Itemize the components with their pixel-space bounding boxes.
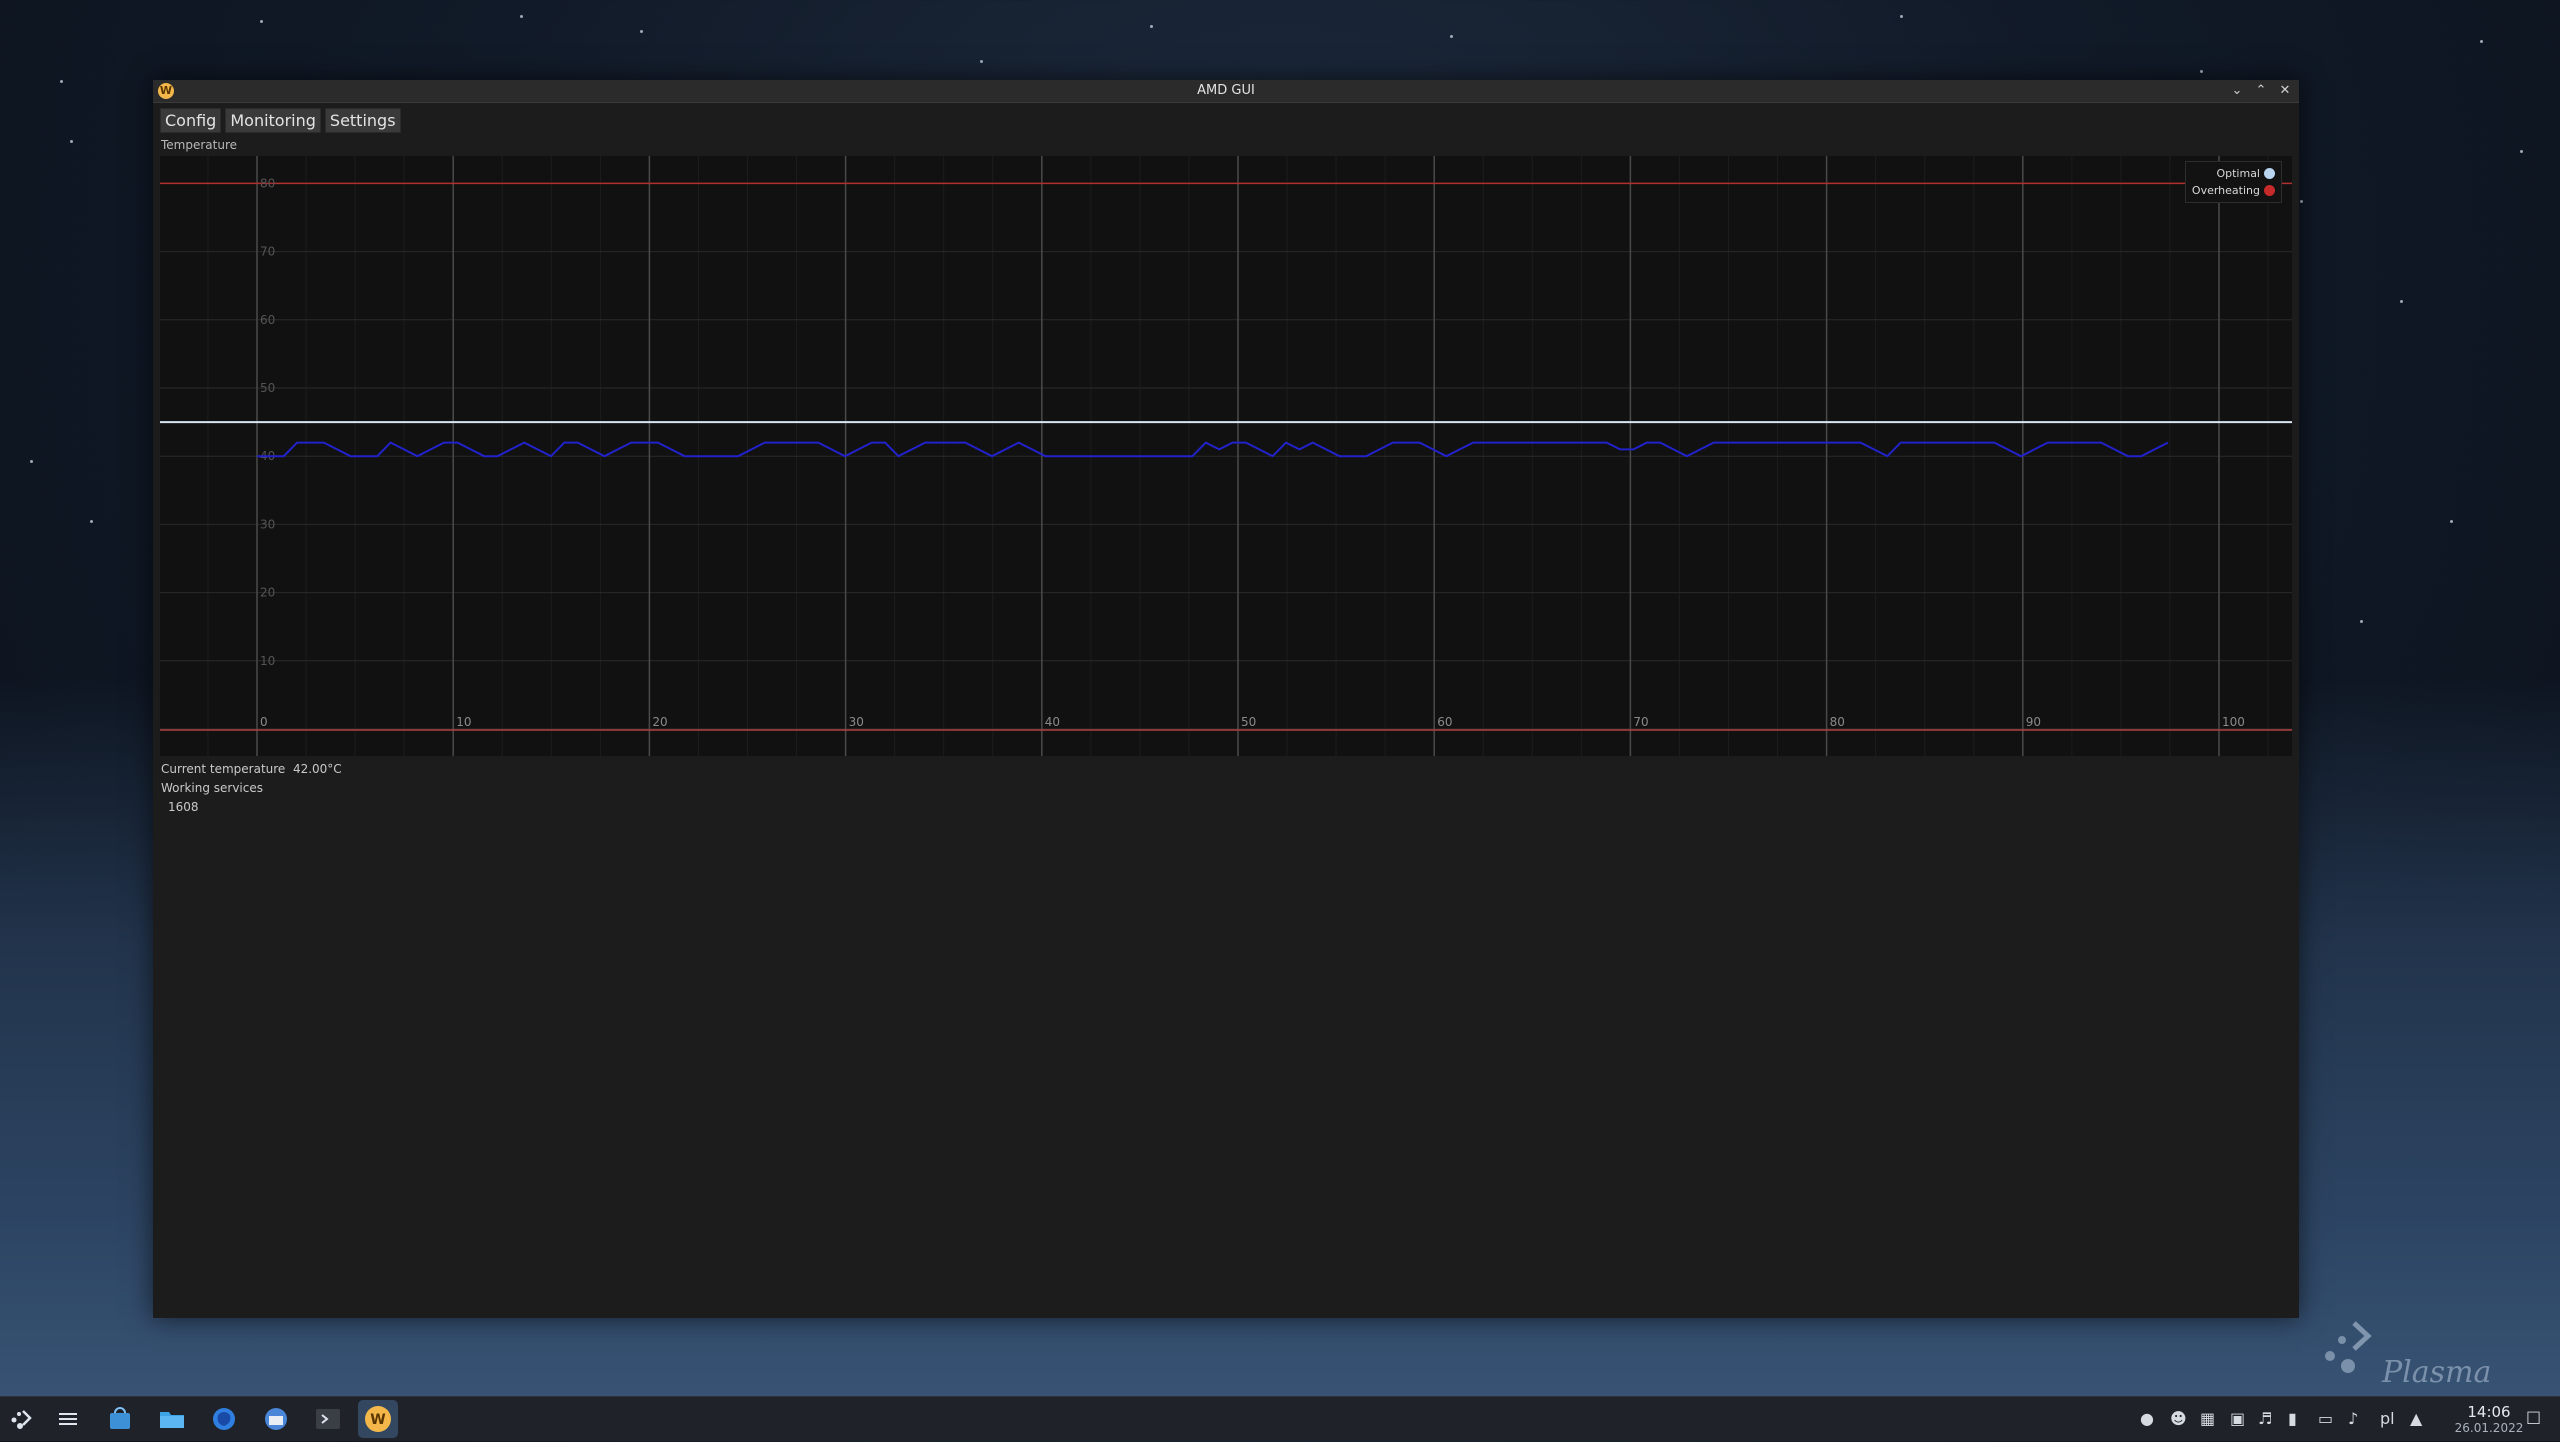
window-title: AMD GUI [1197,83,1255,98]
show-desktop-icon[interactable]: □ [2526,1407,2541,1426]
legend-optimal-swatch [2264,168,2275,179]
terminal-icon[interactable] [312,1403,344,1435]
x-tick-label: 80 [1830,715,1845,729]
star [260,20,263,23]
y-tick-label: 60 [260,313,275,327]
x-tick-label: 0 [260,715,268,729]
audio-icon[interactable]: ♪ [2348,1409,2358,1428]
star [520,15,523,18]
star [2300,200,2303,203]
star [2520,150,2523,153]
star [640,30,643,33]
current-temperature-value: 42.00°C [292,762,342,776]
x-tick-label: 90 [2026,715,2041,729]
clipboard-icon[interactable]: ▦ [2200,1409,2215,1428]
keyboard-layout[interactable]: pl [2380,1409,2395,1428]
star [60,80,63,83]
y-tick-label: 80 [260,176,275,190]
star [980,60,983,63]
chart-label: Temperature [161,138,238,152]
close-icon[interactable]: ✕ [2277,82,2293,100]
x-tick-label: 30 [849,715,864,729]
y-tick-label: 30 [260,517,275,531]
chart-legend: Optimal Overheating [2184,161,2282,203]
x-tick-label: 100 [2222,715,2245,729]
tab-settings[interactable]: Settings [324,108,401,133]
legend-overheating-label: Overheating [2191,184,2260,197]
screenshot-icon[interactable]: ▣ [2230,1409,2245,1428]
kde-connect-icon[interactable]: ● [2140,1409,2154,1428]
temperature-chart: 0 10 20 30 40 50 60 70 80 90 100 10 20 30 40 50 60 70 80 O… [160,156,2292,756]
battery-icon[interactable]: ▮ [2288,1409,2297,1428]
x-tick-label: 70 [1633,715,1648,729]
svg-text:W: W [370,1412,385,1428]
clock-date[interactable]: 26.01.2022 [2449,1421,2529,1435]
y-tick-label: 50 [260,381,275,395]
volume-icon[interactable]: ♬ [2258,1409,2272,1428]
star [1450,35,1453,38]
amd-gui-icon: W [365,1406,391,1432]
user-icon[interactable]: ☻ [2170,1409,2187,1428]
task-manager-icon[interactable] [52,1403,84,1435]
star [2480,40,2483,43]
x-tick-label: 40 [1045,715,1060,729]
display-icon[interactable]: ▭ [2318,1409,2333,1428]
app-window: W AMD GUI ⌄ ⌃ ✕ Config Monitoring Settin… [153,80,2299,1318]
current-temperature-row: Current temperature 42.00°C [161,760,342,779]
star [30,460,33,463]
star [2200,70,2203,73]
y-tick-label: 70 [260,245,275,259]
store-icon[interactable] [104,1403,136,1435]
star [2450,520,2453,523]
tab-monitoring[interactable]: Monitoring [225,108,321,133]
legend-optimal: Optimal [2192,165,2275,182]
minimize-icon[interactable]: ⌄ [2229,82,2245,100]
window-titlebar[interactable]: W AMD GUI ⌄ ⌃ ✕ [153,80,2299,103]
current-temperature-label: Current temperature [161,762,286,776]
star [1900,15,1903,18]
temperature-series-line [257,441,2169,458]
star [90,520,93,523]
tab-config[interactable]: Config [160,108,222,133]
star [70,140,73,143]
maximize-icon[interactable]: ⌃ [2253,82,2269,100]
star [1150,25,1153,28]
amd-gui-task[interactable]: W [358,1400,398,1438]
service-item[interactable]: 1608 [161,798,342,817]
y-tick-label: 10 [260,654,275,668]
thunderbird-icon[interactable] [260,1403,292,1435]
chart-svg: 0 10 20 30 40 50 60 70 80 90 1001020304050607080 [160,156,2292,756]
legend-overheating: Overheating [2192,182,2275,199]
x-tick-label: 10 [456,715,471,729]
x-tick-label: 20 [652,715,667,729]
tray-expand-icon[interactable]: ▲ [2410,1409,2422,1428]
legend-overheating-swatch [2264,185,2275,196]
firefox-icon[interactable] [208,1403,240,1435]
star [2360,620,2363,623]
file-manager-icon[interactable] [156,1403,188,1435]
plasma-brand-text: Plasma [2382,1355,2492,1390]
taskbar: W ● ☻ ▦ ▣ ♬ ▮ ▭ ♪ pl ▲ 14:06 26.01.2022 … [0,1396,2560,1441]
legend-optimal-label: Optimal [2216,167,2260,180]
tab-bar: Config Monitoring Settings [160,108,401,133]
x-tick-label: 60 [1437,715,1452,729]
working-services-label: Working services [161,781,263,795]
star [2400,300,2403,303]
status-panel: Current temperature 42.00°C Working serv… [161,760,342,817]
y-tick-label: 20 [260,586,275,600]
clock-time[interactable]: 14:06 [2449,1403,2529,1421]
x-tick-label: 50 [1241,715,1256,729]
application-launcher-icon[interactable] [6,1403,38,1435]
